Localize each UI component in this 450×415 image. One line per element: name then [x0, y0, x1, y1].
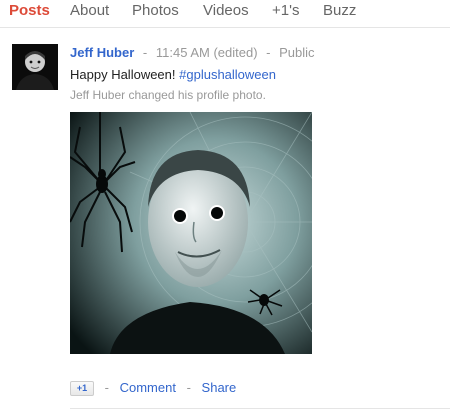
visibility-link[interactable]: Public: [279, 45, 314, 60]
activity-description: Jeff Huber changed his profile photo.: [70, 88, 266, 102]
post-timestamp[interactable]: 11:45 AM (edited): [156, 45, 258, 60]
profile-tabs: Posts About Photos Videos +1's Buzz: [0, 0, 450, 28]
post-text: Happy Halloween! #gplushalloween: [70, 67, 276, 82]
header-separator: -: [142, 45, 148, 60]
tab-buzz[interactable]: Buzz: [323, 2, 356, 19]
post-divider: [70, 408, 450, 409]
action-separator: -: [186, 380, 191, 395]
plus-one-button[interactable]: +1: [70, 381, 94, 397]
halloween-photo-image: [70, 112, 312, 354]
share-link[interactable]: Share: [202, 380, 237, 395]
post-actions: +1 - Comment - Share: [70, 380, 237, 397]
tab-videos[interactable]: Videos: [203, 2, 249, 19]
author-name-link[interactable]: Jeff Huber: [70, 45, 134, 60]
post-header: Jeff Huber - 11:45 AM (edited) - Public: [70, 45, 315, 60]
avatar-image: [12, 44, 58, 90]
comment-link[interactable]: Comment: [120, 380, 176, 395]
profile-photo[interactable]: [70, 112, 312, 354]
header-separator: -: [266, 45, 271, 60]
post-message: Happy Halloween!: [70, 67, 176, 82]
hashtag-link[interactable]: #gplushalloween: [179, 67, 276, 82]
author-avatar[interactable]: [12, 44, 58, 90]
tab-about[interactable]: About: [70, 2, 109, 19]
tab-photos[interactable]: Photos: [132, 2, 179, 19]
tab-plus-ones[interactable]: +1's: [272, 2, 299, 19]
tab-posts[interactable]: Posts: [9, 2, 50, 19]
action-separator: -: [104, 380, 109, 395]
